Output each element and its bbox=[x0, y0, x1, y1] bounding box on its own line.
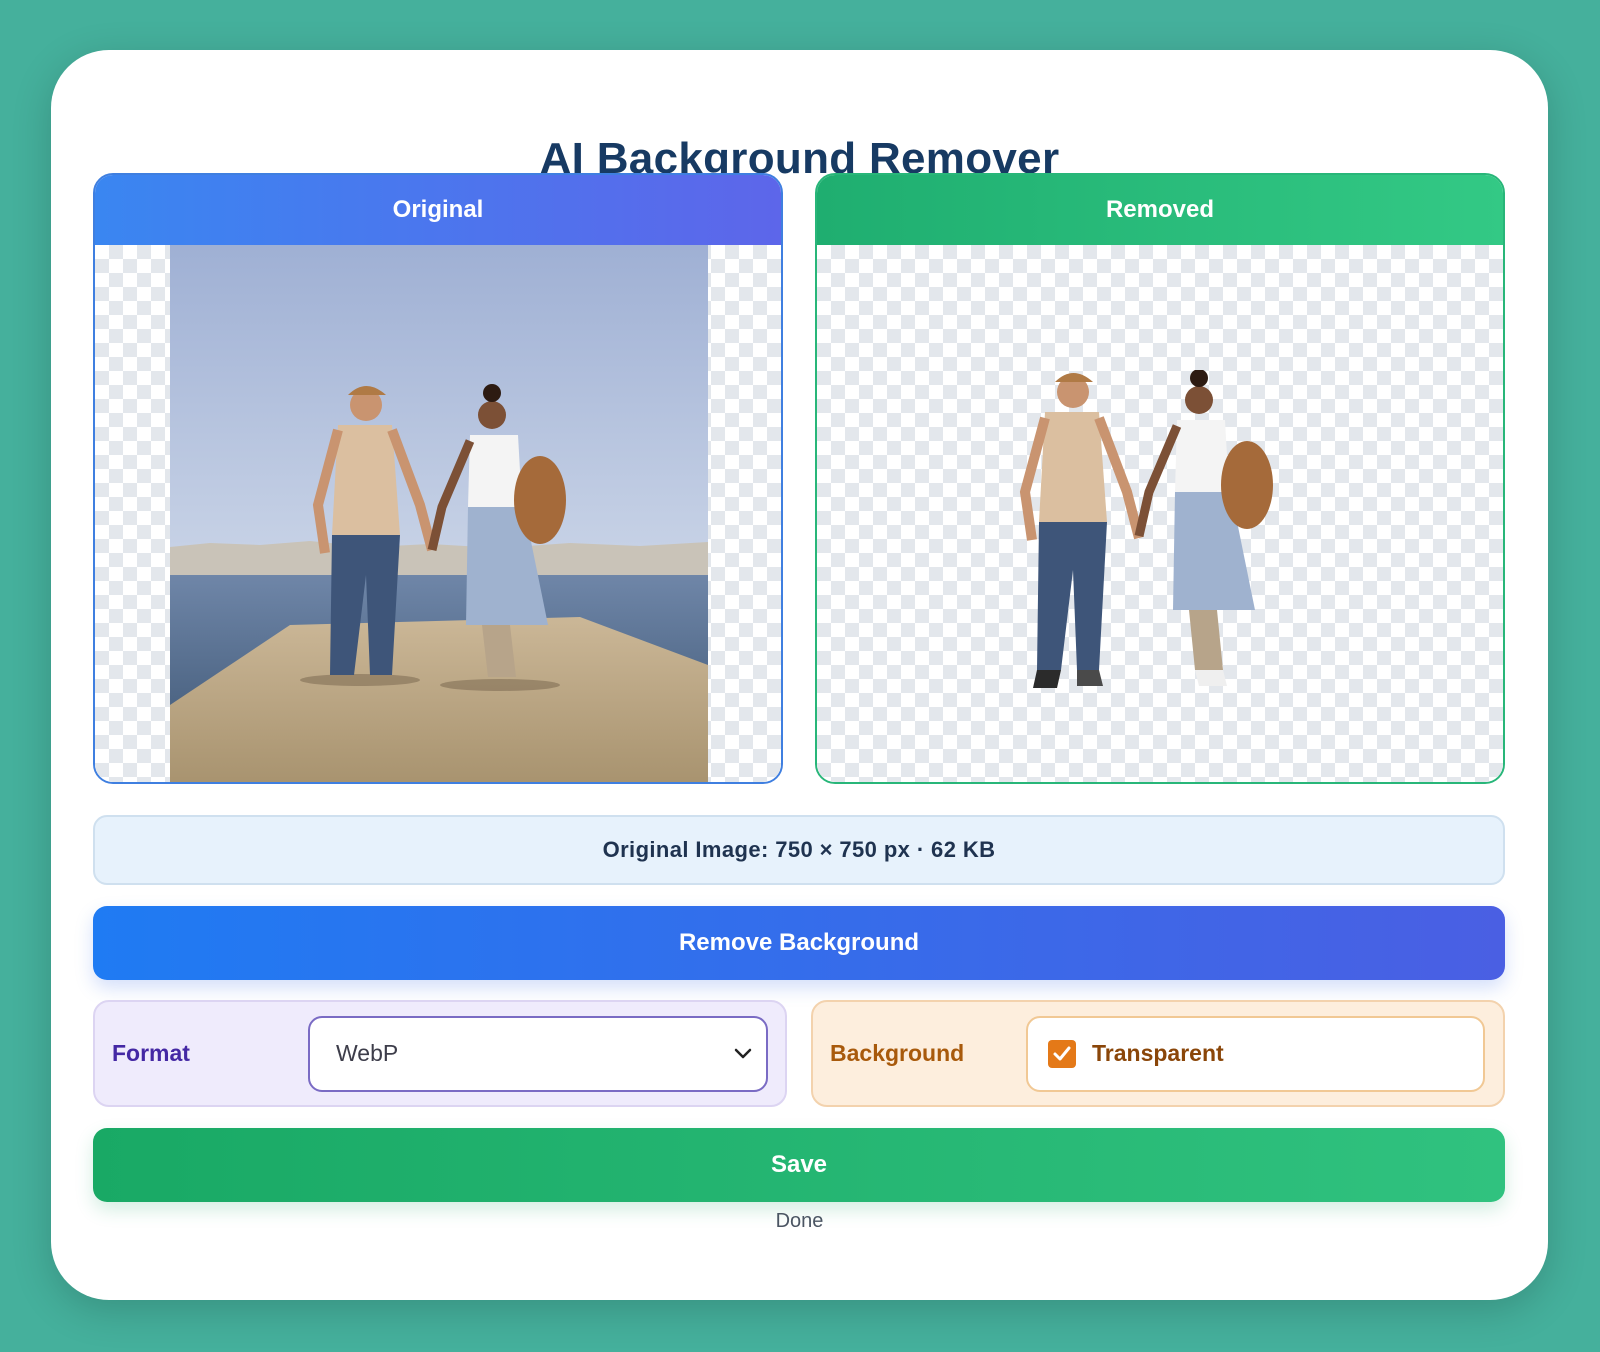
transparent-checkbox[interactable] bbox=[1048, 1039, 1076, 1068]
format-select[interactable]: WebP bbox=[308, 1015, 768, 1092]
subject-cutout bbox=[1019, 370, 1273, 688]
original-panel: Original bbox=[93, 173, 783, 784]
image-info-bar: Original Image: 750 × 750 px · 62 KB bbox=[93, 815, 1505, 885]
removed-panel-header: Removed bbox=[817, 175, 1503, 245]
format-label: Format bbox=[112, 1040, 190, 1066]
chevron-down-icon bbox=[734, 1048, 752, 1058]
removed-panel: Removed bbox=[815, 173, 1505, 784]
app-card: AI Background Remover Original Removed O… bbox=[51, 50, 1548, 1300]
format-selected-value: WebP bbox=[336, 1040, 399, 1066]
original-photo bbox=[170, 245, 708, 782]
transparent-label: Transparent bbox=[1092, 1040, 1224, 1066]
remove-background-button[interactable]: Remove Background bbox=[93, 906, 1505, 980]
format-option: Format WebP bbox=[93, 1000, 787, 1107]
transparent-toggle[interactable]: Transparent bbox=[1026, 1015, 1485, 1092]
save-button[interactable]: Save bbox=[93, 1128, 1505, 1202]
background-option: Background Transparent bbox=[811, 1000, 1505, 1107]
original-panel-header: Original bbox=[95, 175, 781, 245]
status-text: Done bbox=[775, 1210, 824, 1232]
background-label: Background bbox=[830, 1040, 965, 1066]
checkmark-icon bbox=[1053, 1046, 1071, 1060]
